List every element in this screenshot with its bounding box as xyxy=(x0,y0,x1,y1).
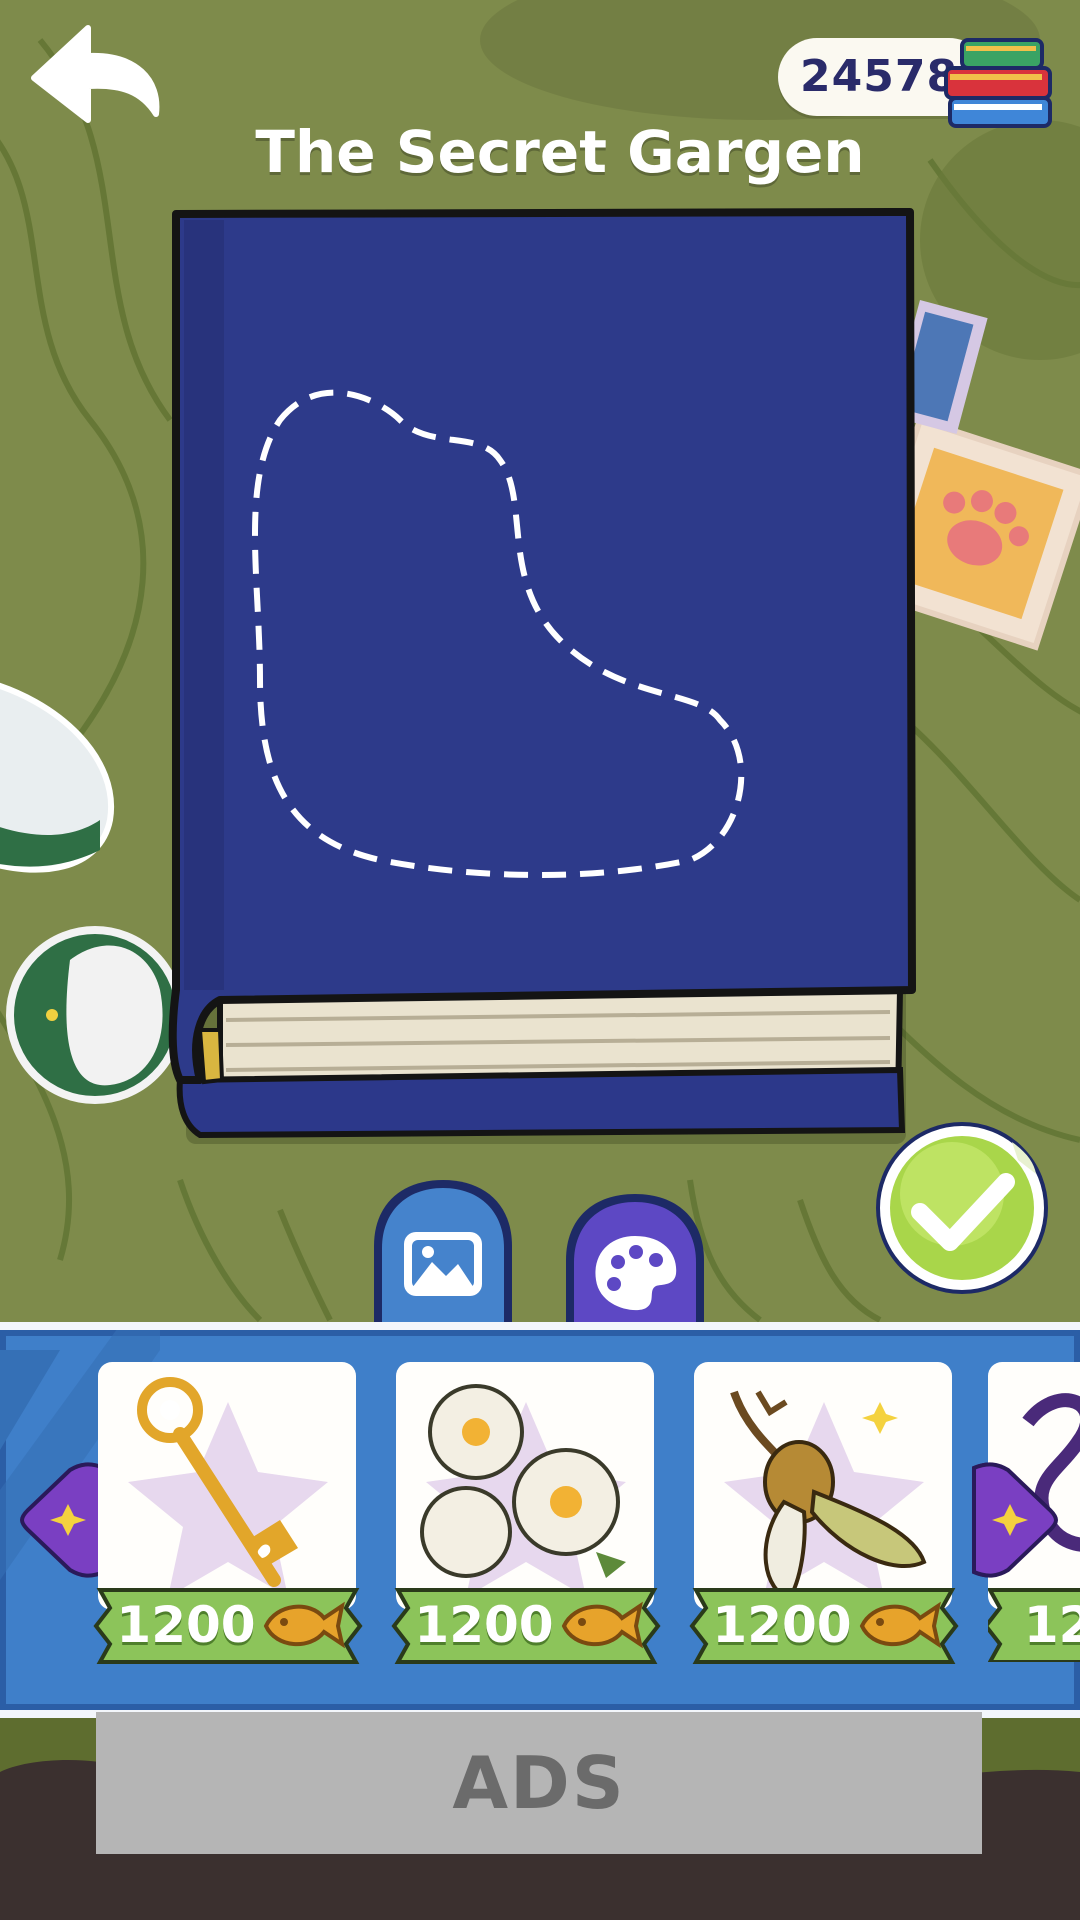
shop-item-beetle[interactable]: 1200 xyxy=(689,1362,959,1664)
shop-item-golden-key[interactable]: 1200 xyxy=(93,1362,363,1664)
golden-key-icon xyxy=(128,1377,328,1597)
stacked-books-icon xyxy=(944,38,1052,128)
item-card-face xyxy=(396,1362,654,1610)
item-price: 1200 xyxy=(414,1596,554,1654)
ads-label: ADS xyxy=(452,1741,626,1825)
golden-fish-icon xyxy=(263,1601,346,1649)
item-price: 1200 xyxy=(116,1596,256,1654)
item-card-face xyxy=(694,1362,952,1610)
next-page-button[interactable] xyxy=(968,1460,1058,1580)
golden-fish-icon xyxy=(561,1601,644,1649)
page-title: The Secret Gargen xyxy=(255,118,865,186)
item-price: 1200 xyxy=(712,1596,852,1654)
chevron-left-star-icon[interactable] xyxy=(20,1460,110,1580)
beetle-icon xyxy=(724,1390,927,1601)
tab-image[interactable] xyxy=(368,1176,518,1326)
image-icon xyxy=(404,1232,482,1296)
tab-palette[interactable] xyxy=(560,1190,710,1340)
item-price: 120 xyxy=(1023,1596,1080,1654)
back-arrow-icon[interactable] xyxy=(26,22,166,132)
confirm-button[interactable] xyxy=(872,1118,1052,1298)
golden-fish-icon xyxy=(859,1601,942,1649)
white-flowers-icon xyxy=(420,1384,626,1597)
book-cover-preview xyxy=(168,208,916,1144)
shop-item-white-flowers[interactable]: 1200 xyxy=(391,1362,661,1664)
currency-amount: 245789 xyxy=(800,51,990,102)
item-card-face xyxy=(98,1362,356,1610)
